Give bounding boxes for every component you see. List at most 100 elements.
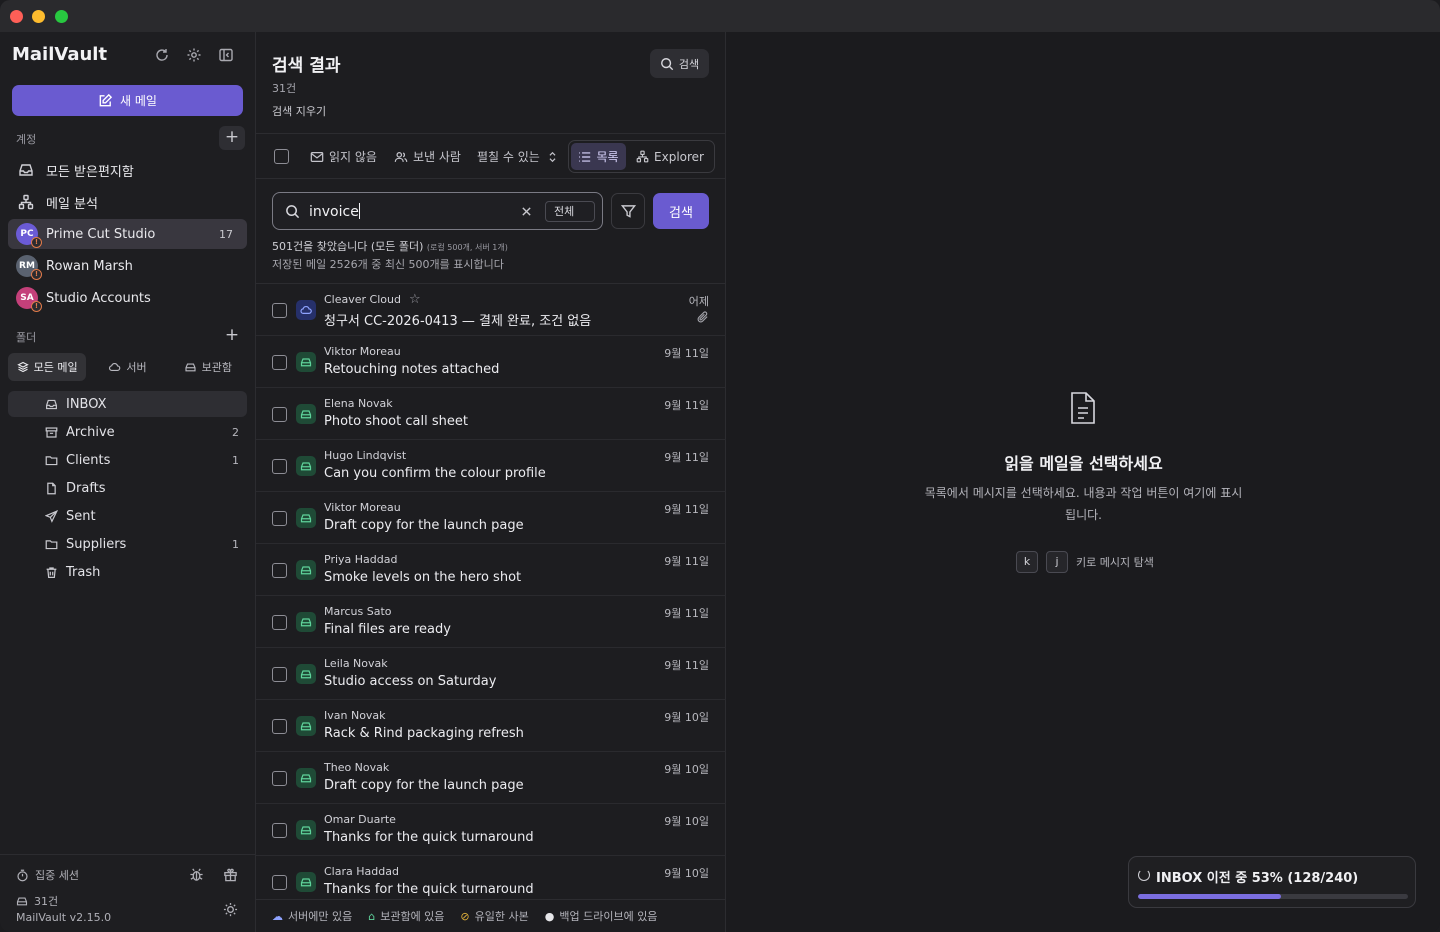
view-explorer-button[interactable]: Explorer bbox=[628, 143, 712, 170]
collapse-sidebar-icon[interactable] bbox=[218, 47, 236, 65]
sidebar-item-rowan-marsh[interactable]: RM! Rowan Marsh bbox=[8, 251, 247, 281]
result-note: 저장된 메일 2526개 중 최신 500개를 표시합니다 bbox=[272, 258, 504, 271]
clear-search-link[interactable]: 검색 지우기 bbox=[272, 103, 326, 119]
tab-label: 서버 bbox=[126, 361, 147, 374]
row-checkbox[interactable] bbox=[272, 511, 287, 526]
list-item[interactable]: Elena Novak Photo shoot call sheet 9월 11일 bbox=[256, 388, 726, 440]
row-checkbox[interactable] bbox=[272, 719, 287, 734]
tab-server[interactable]: 서버 bbox=[88, 353, 166, 381]
group-by-sender-label: 보낸 사람 bbox=[413, 150, 461, 164]
search-submit-button[interactable]: 검색 bbox=[653, 193, 709, 229]
row-checkbox[interactable] bbox=[272, 875, 287, 890]
sidebar-item-label: 모든 받은편지함 bbox=[46, 164, 134, 180]
sort-select[interactable]: 펼칠 수 있는 스 bbox=[477, 148, 557, 165]
tab-all-mail[interactable]: 모든 메일 bbox=[8, 353, 87, 381]
row-checkbox[interactable] bbox=[272, 407, 287, 422]
message-date: 9월 11일 bbox=[664, 659, 709, 672]
message-subject: Retouching notes attached bbox=[324, 362, 500, 377]
archive-drive-icon bbox=[296, 716, 316, 736]
gift-icon[interactable] bbox=[223, 867, 238, 882]
tab-archive[interactable]: 보관함 bbox=[169, 353, 247, 381]
filter-icon bbox=[620, 204, 636, 218]
row-checkbox[interactable] bbox=[272, 563, 287, 578]
folder-suppliers[interactable]: Suppliers 1 bbox=[8, 531, 247, 557]
gear-icon[interactable] bbox=[186, 47, 204, 65]
list-item[interactable]: Leila Novak Studio access on Saturday 9월 1… bbox=[256, 648, 726, 700]
message-date: 9월 11일 bbox=[664, 503, 709, 516]
tree-icon bbox=[636, 150, 649, 163]
row-checkbox[interactable] bbox=[272, 615, 287, 630]
search-input[interactable]: invoice 전체 bbox=[272, 192, 603, 230]
row-checkbox[interactable] bbox=[272, 355, 287, 370]
row-checkbox[interactable] bbox=[272, 667, 287, 682]
add-folder-button[interactable]: + bbox=[219, 324, 245, 348]
compose-button[interactable]: 새 메일 bbox=[12, 85, 243, 116]
zoom-window-button[interactable] bbox=[55, 10, 68, 23]
search-icon bbox=[660, 57, 674, 70]
list-item[interactable]: Ivan Novak Rack & Rind packaging refresh 9… bbox=[256, 700, 726, 752]
archive-drive-icon bbox=[185, 363, 196, 372]
message-subject: Final files are ready bbox=[324, 622, 451, 637]
sidebar-item-all-inboxes[interactable]: 모든 받은편지함 bbox=[8, 155, 247, 185]
analytics-icon bbox=[18, 194, 38, 210]
theme-toggle-icon[interactable] bbox=[223, 902, 238, 917]
folder-scope-tabs: 모든 메일 서버 보관함 bbox=[8, 353, 247, 381]
sidebar-item-prime-cut-studio[interactable]: PC! Prime Cut Studio 17 bbox=[8, 219, 247, 249]
folder-trash[interactable]: Trash bbox=[8, 559, 247, 585]
row-checkbox[interactable] bbox=[272, 823, 287, 838]
star-icon[interactable]: ☆ bbox=[409, 292, 421, 307]
message-sender: Viktor Moreau bbox=[324, 345, 401, 358]
list-item[interactable]: Omar Duarte Thanks for the quick turnarou… bbox=[256, 804, 726, 856]
group-by-sender-button[interactable]: 보낸 사람 bbox=[394, 148, 461, 165]
list-item[interactable]: Priya Haddad Smoke levels on the hero sho… bbox=[256, 544, 726, 596]
message-subject: Thanks for the quick turnaround bbox=[324, 882, 534, 897]
filter-button[interactable] bbox=[611, 193, 645, 229]
list-item[interactable]: Clara Haddad Thanks for the quick turnaro… bbox=[256, 856, 726, 899]
minimize-window-button[interactable] bbox=[32, 10, 45, 23]
list-item[interactable]: Viktor Moreau Retouching notes attached 9월… bbox=[256, 336, 726, 388]
keyboard-hint: k j 키로 메시지 탐색 bbox=[1016, 551, 1154, 573]
search-button-label: 검색 bbox=[678, 57, 700, 71]
app-version: MailVault v2.15.0 bbox=[16, 911, 112, 924]
list-item[interactable]: Marcus Sato Final files are ready 9월 11일 bbox=[256, 596, 726, 648]
message-sender: Theo Novak bbox=[324, 761, 390, 774]
row-checkbox[interactable] bbox=[272, 303, 287, 318]
list-item[interactable]: Viktor Moreau Draft copy for the launch p… bbox=[256, 492, 726, 544]
message-subject: 청구서 CC-2026-0413 — 결제 완료, 조건 없음 bbox=[324, 314, 592, 329]
legend-server-only: ☁ 서버에만 있음 bbox=[272, 908, 352, 924]
focus-session-button[interactable]: 집중 세션 bbox=[16, 867, 79, 883]
search-scope-select[interactable]: 전체 bbox=[545, 201, 595, 222]
folder-clients[interactable]: Clients 1 bbox=[8, 447, 247, 473]
list-item[interactable]: Cleaver Cloud 청구서 CC-2026-0413 — 결제 완료, 조… bbox=[256, 284, 726, 336]
refresh-icon[interactable] bbox=[154, 47, 172, 65]
select-all-checkbox[interactable] bbox=[274, 149, 289, 164]
sidebar-item-mail-analytics[interactable]: 메일 분석 bbox=[8, 187, 247, 217]
archive-icon bbox=[45, 426, 61, 439]
document-icon bbox=[1071, 392, 1095, 424]
sidebar-item-studio-accounts[interactable]: SA! Studio Accounts bbox=[8, 283, 247, 313]
title-bar bbox=[0, 0, 1440, 32]
folder-archive[interactable]: Archive 2 bbox=[8, 419, 247, 445]
list-item[interactable]: Hugo Lindqvist Can you confirm the colour… bbox=[256, 440, 726, 492]
list-item[interactable]: Theo Novak Draft copy for the launch page… bbox=[256, 752, 726, 804]
legend-backup-drive: ● 백업 드라이브에 있음 bbox=[545, 908, 658, 924]
inbox-icon bbox=[18, 162, 38, 178]
folder-sent[interactable]: Sent bbox=[8, 503, 247, 529]
drive-off-icon: ⊘ bbox=[460, 910, 470, 923]
row-checkbox[interactable] bbox=[272, 459, 287, 474]
search-button[interactable]: 검색 bbox=[650, 49, 709, 78]
add-account-button[interactable]: + bbox=[219, 126, 245, 150]
view-list-button[interactable]: 목록 bbox=[571, 143, 626, 170]
folder-drafts[interactable]: Drafts bbox=[8, 475, 247, 501]
close-window-button[interactable] bbox=[10, 10, 23, 23]
clear-icon[interactable] bbox=[521, 206, 532, 217]
filter-unread-button[interactable]: 읽지 않음 bbox=[310, 148, 377, 165]
message-subject: Smoke levels on the hero shot bbox=[324, 570, 522, 585]
migration-progress-toast: INBOX 이전 중 53% (128/240) bbox=[1128, 856, 1416, 908]
bug-icon[interactable] bbox=[189, 867, 204, 882]
message-sender: Priya Haddad bbox=[324, 553, 398, 566]
folder-inbox[interactable]: INBOX bbox=[8, 391, 247, 417]
message-sender: Leila Novak bbox=[324, 657, 388, 670]
compose-label: 새 메일 bbox=[120, 94, 157, 108]
row-checkbox[interactable] bbox=[272, 771, 287, 786]
